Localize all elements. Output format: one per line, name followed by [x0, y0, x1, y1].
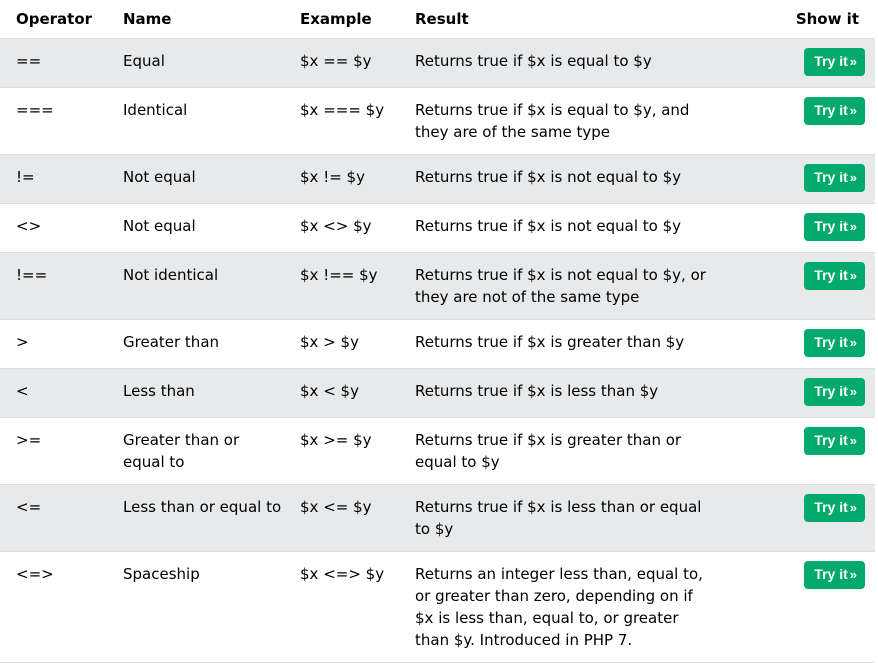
result-cell: Returns an integer less than, equal to, …: [399, 551, 709, 663]
try-it-label: Try it: [814, 169, 848, 185]
result-cell: Returns true if $x is greater than or eq…: [399, 417, 709, 485]
show-it-cell: Try it»: [709, 551, 875, 663]
result-cell: Returns true if $x is equal to $y: [399, 38, 709, 88]
table-row: !== Not identical $x !== $y Returns true if…: [0, 252, 875, 320]
table-row: <> Not equal $x <> $y Returns true if $x is…: [0, 203, 875, 253]
show-it-cell: Try it»: [709, 417, 875, 485]
table-row: <=> Spaceship $x <=> $y Returns an integer …: [0, 551, 875, 663]
name-cell: Greater than or equal to: [107, 417, 284, 485]
try-it-label: Try it: [814, 102, 848, 118]
result-cell: Returns true if $x is greater than $y: [399, 319, 709, 369]
double-chevron-right-icon: »: [849, 335, 857, 350]
header-operator: Operator: [0, 0, 107, 39]
name-cell: Equal: [107, 38, 284, 88]
double-chevron-right-icon: »: [849, 170, 857, 185]
result-cell: Returns true if $x is not equal to $y, o…: [399, 252, 709, 320]
example-cell: $x <=> $y: [284, 551, 399, 663]
operator-cell: ===: [0, 87, 107, 155]
name-cell: Not equal: [107, 203, 284, 253]
operator-cell: >: [0, 319, 107, 369]
header-show-it: Show it: [709, 0, 875, 39]
result-cell: Returns true if $x is equal to $y, and t…: [399, 87, 709, 155]
double-chevron-right-icon: »: [849, 384, 857, 399]
show-it-cell: Try it»: [709, 203, 875, 253]
header-result: Result: [399, 0, 709, 39]
double-chevron-right-icon: »: [849, 567, 857, 582]
show-it-cell: Try it»: [709, 484, 875, 552]
operator-cell: >=: [0, 417, 107, 485]
try-it-button[interactable]: Try it»: [804, 48, 865, 76]
try-it-button[interactable]: Try it»: [804, 329, 865, 357]
try-it-button[interactable]: Try it»: [804, 378, 865, 406]
table-header: Operator Name Example Result Show it: [0, 0, 875, 39]
table-row: != Not equal $x != $y Returns true if $x is…: [0, 154, 875, 204]
table-row: > Greater than $x > $y Returns true if $x i…: [0, 319, 875, 369]
result-cell: Returns true if $x is not equal to $y: [399, 154, 709, 204]
header-name: Name: [107, 0, 284, 39]
table-body: == Equal $x == $y Returns true if $x is equ…: [0, 38, 875, 663]
double-chevron-right-icon: »: [849, 219, 857, 234]
operator-cell: !==: [0, 252, 107, 320]
try-it-label: Try it: [814, 334, 848, 350]
table-row: <= Less than or equal to $x <= $y Returns t…: [0, 484, 875, 552]
try-it-button[interactable]: Try it»: [804, 213, 865, 241]
double-chevron-right-icon: »: [849, 500, 857, 515]
example-cell: $x > $y: [284, 319, 399, 369]
name-cell: Less than: [107, 368, 284, 418]
show-it-cell: Try it»: [709, 252, 875, 320]
example-cell: $x == $y: [284, 38, 399, 88]
example-cell: $x >= $y: [284, 417, 399, 485]
result-cell: Returns true if $x is not equal to $y: [399, 203, 709, 253]
result-cell: Returns true if $x is less than or equal…: [399, 484, 709, 552]
example-cell: $x != $y: [284, 154, 399, 204]
double-chevron-right-icon: »: [849, 268, 857, 283]
double-chevron-right-icon: »: [849, 103, 857, 118]
name-cell: Not equal: [107, 154, 284, 204]
try-it-label: Try it: [814, 267, 848, 283]
try-it-button[interactable]: Try it»: [804, 164, 865, 192]
header-row: Operator Name Example Result Show it: [0, 0, 875, 39]
name-cell: Not identical: [107, 252, 284, 320]
operator-cell: <: [0, 368, 107, 418]
try-it-button[interactable]: Try it»: [804, 262, 865, 290]
show-it-cell: Try it»: [709, 87, 875, 155]
operator-cell: <=: [0, 484, 107, 552]
table-row: === Identical $x === $y Returns true if $x …: [0, 87, 875, 155]
try-it-button[interactable]: Try it»: [804, 427, 865, 455]
table-row: >= Greater than or equal to $x >= $y Return…: [0, 417, 875, 485]
try-it-label: Try it: [814, 499, 848, 515]
result-cell: Returns true if $x is less than $y: [399, 368, 709, 418]
try-it-label: Try it: [814, 53, 848, 69]
show-it-cell: Try it»: [709, 319, 875, 369]
example-cell: $x === $y: [284, 87, 399, 155]
show-it-cell: Try it»: [709, 154, 875, 204]
example-cell: $x !== $y: [284, 252, 399, 320]
show-it-cell: Try it»: [709, 38, 875, 88]
name-cell: Spaceship: [107, 551, 284, 663]
example-cell: $x <= $y: [284, 484, 399, 552]
try-it-button[interactable]: Try it»: [804, 494, 865, 522]
operator-cell: <>: [0, 203, 107, 253]
try-it-button[interactable]: Try it»: [804, 561, 865, 589]
show-it-cell: Try it»: [709, 368, 875, 418]
header-example: Example: [284, 0, 399, 39]
double-chevron-right-icon: »: [849, 433, 857, 448]
comparison-operators-table: Operator Name Example Result Show it == E…: [0, 0, 875, 663]
try-it-button[interactable]: Try it»: [804, 97, 865, 125]
name-cell: Less than or equal to: [107, 484, 284, 552]
try-it-label: Try it: [814, 383, 848, 399]
table-row: == Equal $x == $y Returns true if $x is equ…: [0, 38, 875, 88]
name-cell: Identical: [107, 87, 284, 155]
example-cell: $x < $y: [284, 368, 399, 418]
example-cell: $x <> $y: [284, 203, 399, 253]
try-it-label: Try it: [814, 566, 848, 582]
table-row: < Less than $x < $y Returns true if $x is l…: [0, 368, 875, 418]
double-chevron-right-icon: »: [849, 54, 857, 69]
operator-cell: ==: [0, 38, 107, 88]
try-it-label: Try it: [814, 432, 848, 448]
try-it-label: Try it: [814, 218, 848, 234]
operator-cell: <=>: [0, 551, 107, 663]
operator-cell: !=: [0, 154, 107, 204]
name-cell: Greater than: [107, 319, 284, 369]
